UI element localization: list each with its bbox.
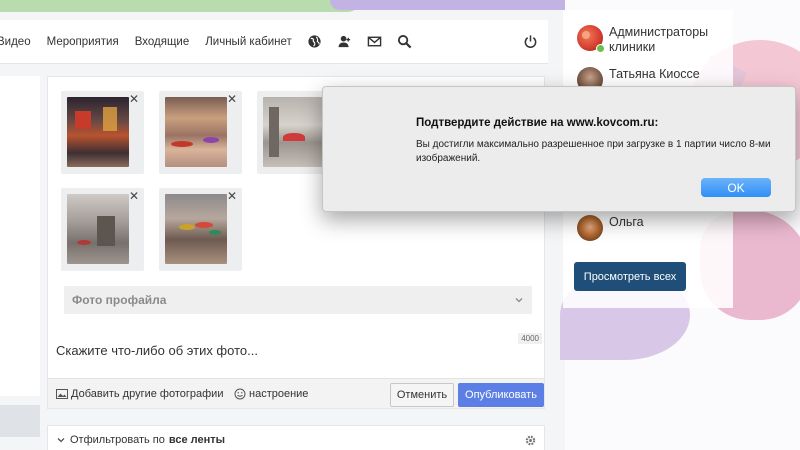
profile-photo-section[interactable]: Фото профайла — [64, 286, 532, 314]
photo-image — [67, 97, 129, 167]
confirm-dialog: Подтвердите действие на www.kovcom.ru: В… — [322, 86, 796, 212]
close-icon[interactable]: ✕ — [227, 93, 237, 105]
photo-image — [263, 97, 325, 167]
ok-button[interactable]: OK — [701, 178, 771, 197]
envelope-icon[interactable] — [367, 34, 383, 50]
editor-footer: Добавить другие фотографии настроение От… — [48, 378, 544, 408]
feed-filter-bar[interactable]: Отфильтровать по все ленты — [47, 425, 545, 450]
nav-item-events[interactable]: Мероприятия — [39, 36, 127, 48]
top-navbar: Видео Мероприятия Входящие Личный кабине… — [0, 20, 548, 64]
photo-thumbnail[interactable]: ✕ — [159, 91, 242, 174]
close-icon[interactable]: ✕ — [227, 190, 237, 202]
post-text-input[interactable]: Скажите что-либо об этих фото... — [56, 343, 258, 358]
member-name: Администраторы клиники — [609, 25, 708, 55]
background-shape — [0, 0, 360, 12]
mood-button[interactable]: настроение — [234, 388, 308, 400]
photo-image — [165, 97, 227, 167]
photo-thumbnail[interactable]: ✕ — [61, 188, 144, 271]
user-icon[interactable] — [337, 34, 353, 50]
nav-item-video[interactable]: Видео — [0, 36, 39, 48]
member-name-line: Администраторы — [609, 25, 709, 39]
avatar — [577, 215, 603, 241]
picture-icon — [56, 389, 68, 399]
publish-button[interactable]: Опубликовать — [458, 383, 544, 407]
member-item[interactable]: Ольга — [577, 215, 644, 241]
photo-image — [165, 194, 227, 264]
globe-icon[interactable] — [307, 34, 323, 50]
left-column-footer — [0, 405, 40, 437]
close-icon[interactable]: ✕ — [129, 190, 139, 202]
member-item[interactable]: Администраторы клиники — [577, 25, 708, 55]
filter-value[interactable]: все ленты — [169, 434, 225, 446]
filter-text: Отфильтровать по все ленты — [56, 434, 525, 446]
member-name: Ольга — [609, 215, 644, 229]
dialog-title: Подтвердите действие на www.kovcom.ru: — [416, 117, 659, 129]
cancel-button[interactable]: Отменить — [390, 383, 454, 407]
gear-icon[interactable] — [525, 435, 536, 446]
photo-image — [67, 194, 129, 264]
background-shape — [330, 0, 580, 10]
section-label: Фото профайла — [72, 293, 167, 307]
online-indicator — [596, 44, 605, 53]
photo-thumbnail[interactable]: ✕ — [61, 91, 144, 174]
view-all-button[interactable]: Просмотреть всех — [574, 262, 686, 291]
photo-thumbnail[interactable]: ✕ — [159, 188, 242, 271]
add-photos-button[interactable]: Добавить другие фотографии — [56, 388, 223, 400]
nav-item-inbox[interactable]: Входящие — [127, 36, 198, 48]
close-icon[interactable]: ✕ — [129, 93, 139, 105]
smile-icon — [234, 388, 246, 400]
add-photos-label: Добавить другие фотографии — [71, 388, 224, 400]
nav-item-account[interactable]: Личный кабинет — [197, 36, 300, 48]
member-name: Татьяна Киоссе — [609, 67, 700, 81]
mood-label: настроение — [249, 388, 309, 400]
left-column — [0, 76, 40, 396]
chevron-down-icon[interactable] — [56, 435, 66, 445]
chevron-down-icon[interactable] — [514, 295, 524, 305]
dialog-message: Вы достигли максимально разрешенное при … — [416, 139, 771, 164]
power-icon[interactable] — [522, 34, 538, 50]
member-name-line: клиники — [609, 40, 656, 54]
char-counter: 4000 — [518, 333, 542, 344]
filter-prefix: Отфильтровать по — [70, 434, 165, 446]
search-icon[interactable] — [397, 34, 413, 50]
